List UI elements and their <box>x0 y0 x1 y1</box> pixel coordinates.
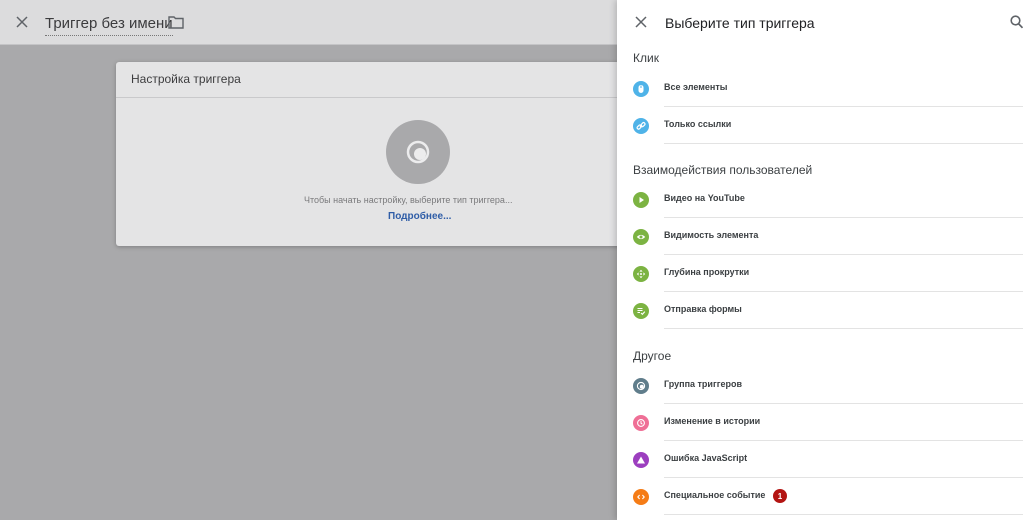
play-icon <box>633 192 649 208</box>
trigger-item-links-only[interactable]: Только ссылки <box>617 108 1023 144</box>
trigger-placeholder-icon[interactable] <box>386 120 450 184</box>
trigger-item-label: Группа триггеров <box>664 379 742 389</box>
item-divider <box>664 143 1023 144</box>
card-divider <box>116 97 656 98</box>
scroll-icon <box>633 266 649 282</box>
item-divider <box>664 440 1023 441</box>
search-icon[interactable] <box>1010 15 1023 29</box>
item-divider <box>664 254 1023 255</box>
trigger-item-label: Глубина прокрутки <box>664 267 750 277</box>
item-divider <box>664 514 1023 515</box>
trigger-item-label: Ошибка JavaScript <box>664 453 748 463</box>
trigger-item-label: Изменение в истории <box>664 416 761 426</box>
trigger-item-history-change[interactable]: Изменение в истории <box>617 405 1023 441</box>
link-icon <box>633 118 649 134</box>
close-icon[interactable] <box>13 13 31 31</box>
trigger-item-label: Видео на YouTube <box>664 193 745 203</box>
trigger-config-card[interactable]: Настройка триггера Чтобы начать настройк… <box>116 62 656 246</box>
panel-title: Выберите тип триггера <box>665 15 815 31</box>
item-divider <box>664 403 1023 404</box>
trigger-item-all-elements[interactable]: Все элементы <box>617 71 1023 107</box>
form-icon <box>633 303 649 319</box>
item-divider <box>664 328 1023 329</box>
trigger-item-youtube-video[interactable]: Видео на YouTube <box>617 182 1023 218</box>
panel-close-icon[interactable] <box>634 15 648 29</box>
trigger-group-icon <box>633 378 649 394</box>
panel-header: Выберите тип триггера <box>617 0 1023 46</box>
trigger-item-scroll-depth[interactable]: Глубина прокрутки <box>617 256 1023 292</box>
trigger-item-javascript-error[interactable]: Ошибка JavaScript <box>617 442 1023 478</box>
trigger-item-label: Видимость элемента <box>664 230 759 240</box>
notification-badge: 1 <box>773 489 787 503</box>
trigger-item-label: Все элементы <box>664 82 728 92</box>
trigger-type-panel: Выберите тип триггера Клик Все элементы … <box>617 0 1023 520</box>
item-divider <box>664 477 1023 478</box>
trigger-item-element-visibility[interactable]: Видимость элемента <box>617 219 1023 255</box>
trigger-item-trigger-group[interactable]: Группа триггеров <box>617 368 1023 404</box>
mouse-icon <box>633 81 649 97</box>
trigger-item-label: Отправка формы <box>664 304 742 314</box>
item-divider <box>664 106 1023 107</box>
trigger-item-form-submit[interactable]: Отправка формы <box>617 293 1023 329</box>
warning-icon <box>633 452 649 468</box>
trigger-item-custom-event[interactable]: Специальное событие 1 <box>617 479 1023 515</box>
section-title-click: Клик <box>633 51 659 65</box>
learn-more-link[interactable]: Подробнее... <box>388 211 451 222</box>
trigger-name-title[interactable]: Триггер без имени <box>45 15 173 36</box>
card-title: Настройка триггера <box>131 72 241 86</box>
code-icon <box>633 489 649 505</box>
trigger-item-label: Специальное событие <box>664 490 766 500</box>
trigger-item-label: Только ссылки <box>664 119 732 129</box>
card-hint-text: Чтобы начать настройку, выберите тип три… <box>304 195 513 205</box>
folder-icon[interactable] <box>168 15 184 29</box>
eye-icon <box>633 229 649 245</box>
section-title-user-interactions: Взаимодействия пользователей <box>633 163 813 177</box>
item-divider <box>664 217 1023 218</box>
history-icon <box>633 415 649 431</box>
item-divider <box>664 291 1023 292</box>
section-title-other: Другое <box>633 349 672 363</box>
